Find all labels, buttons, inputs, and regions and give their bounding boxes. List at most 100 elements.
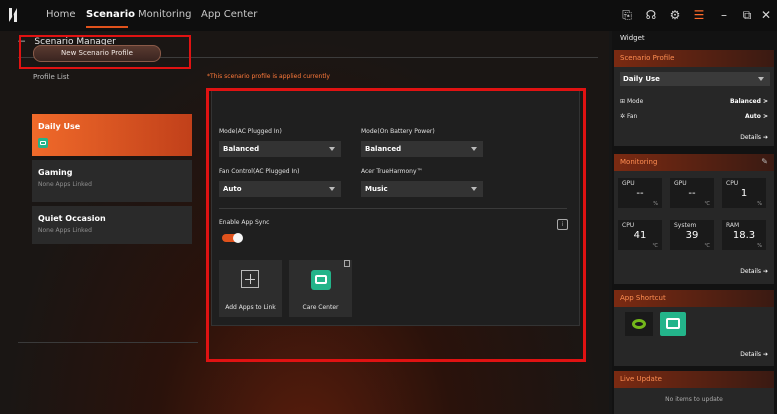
widget-mode-row[interactable]: ⊞ Mode Balanced > [620, 98, 768, 105]
scenario-details-link[interactable]: Details ➔ [740, 134, 768, 141]
monitor-unit: % [757, 243, 762, 249]
mode-ac-label: Mode(AC Plugged In) [219, 128, 282, 135]
tab-app-center[interactable]: App Center [201, 9, 257, 20]
restore-icon[interactable]: ⧉ [739, 7, 755, 23]
headset-icon[interactable]: ☊ [643, 7, 659, 23]
monitor-gpu-usage: GPU -- % [618, 178, 662, 208]
minimize-icon[interactable]: – [716, 7, 732, 23]
profile-list-label: Profile List [33, 73, 70, 81]
care-center-app-icon [38, 138, 48, 148]
widget-fan-value: Auto > [744, 113, 768, 120]
shortcut-details-link[interactable]: Details ➔ [740, 351, 768, 358]
monitor-value: -- [636, 188, 644, 199]
profile-item-quiet-occasion[interactable]: Quiet Occasion None Apps Linked [32, 206, 192, 244]
trueharmony-value: Music [365, 185, 388, 193]
widget-mode-label: Mode [626, 98, 644, 105]
card-header: App Shortcut [614, 290, 774, 307]
monitor-label: CPU [622, 222, 635, 229]
gear-icon[interactable]: ⚙ [667, 7, 683, 23]
overlay-icon[interactable]: ⎘ [619, 7, 635, 23]
fan-control-select[interactable]: Auto [219, 181, 341, 197]
monitor-label: RAM [726, 222, 740, 229]
trueharmony-select[interactable]: Music [361, 181, 483, 197]
monitor-label: GPU [622, 180, 635, 187]
profile-item-gaming[interactable]: Gaming None Apps Linked [32, 160, 192, 202]
settings-divider [219, 208, 567, 209]
monitor-value: 18.3 [732, 230, 756, 241]
profile-name: Daily Use [38, 122, 81, 131]
app-sync-label: Enable App Sync [219, 219, 270, 226]
add-apps-tile[interactable]: Add Apps to Link [219, 260, 282, 317]
mode-ac-select[interactable]: Balanced [219, 141, 341, 157]
mode-battery-label: Mode(On Battery Power) [361, 128, 435, 135]
monitor-cpu-temp: CPU 41 ℃ [618, 220, 662, 250]
app-logo-icon [9, 8, 17, 22]
card-header: Live Update [614, 371, 774, 388]
chevron-down-icon [471, 187, 477, 191]
monitor-value: 39 [685, 230, 699, 241]
monitor-value: -- [688, 188, 696, 199]
monitor-unit: ℃ [652, 243, 658, 249]
chevron-down-icon [329, 187, 335, 191]
menu-icon[interactable]: ☰ [691, 7, 707, 23]
care-center-shortcut-icon[interactable] [660, 312, 686, 336]
widget-profile-value: Daily Use [623, 75, 660, 83]
monitor-unit: ℃ [704, 201, 710, 207]
monitor-label: GPU [674, 180, 687, 187]
monitor-value: 1 [740, 188, 748, 199]
toggle-knob [233, 233, 243, 243]
live-update-status: No items to update [665, 396, 723, 403]
chevron-down-icon [471, 147, 477, 151]
monitor-value: 41 [633, 230, 647, 241]
chevron-down-icon [329, 147, 335, 151]
monitor-ram-usage: RAM 18.3 % [722, 220, 766, 250]
trueharmony-label: Acer TrueHarmony™ [361, 168, 423, 175]
monitor-unit: ℃ [704, 243, 710, 249]
tab-scenario[interactable]: Scenario [86, 9, 135, 20]
card-header: Scenario Profile [614, 50, 774, 67]
widget-title: Widget [620, 34, 645, 42]
applied-note: *This scenario profile is applied curren… [207, 73, 330, 80]
mode-battery-select[interactable]: Balanced [361, 141, 483, 157]
top-bar: Home Scenario Monitoring App Center ⎘ ☊ … [0, 0, 777, 31]
app-sync-toggle[interactable] [222, 233, 243, 243]
fan-icon: ✲ [620, 113, 627, 120]
profile-item-daily-use[interactable]: Daily Use [32, 114, 192, 156]
profile-name: Quiet Occasion [38, 214, 106, 223]
new-scenario-profile-button[interactable]: New Scenario Profile [33, 45, 161, 62]
scenario-profile-card: Scenario Profile ⊞ Mode Balanced > ✲ Fan… [614, 50, 774, 146]
monitoring-card: Monitoring ✎ GPU -- % GPU -- ℃ CPU 1 % C… [614, 154, 774, 284]
live-update-card: Live Update No items to update [614, 371, 774, 414]
add-apps-label: Add Apps to Link [225, 304, 276, 311]
card-title: Live Update [620, 375, 662, 383]
widget-fan-label: Fan [626, 113, 638, 120]
monitor-gpu-temp: GPU -- ℃ [670, 178, 714, 208]
nvidia-icon[interactable] [625, 312, 653, 336]
info-icon[interactable]: i [557, 219, 568, 230]
list-divider [18, 342, 198, 343]
active-tab-indicator [86, 26, 128, 28]
monitor-label: CPU [726, 180, 739, 187]
widget-mode-value: Balanced > [729, 98, 768, 105]
card-header: Monitoring ✎ [614, 154, 774, 171]
trash-icon[interactable] [344, 260, 350, 267]
monitor-label: System [674, 222, 697, 229]
monitoring-details-link[interactable]: Details ➔ [740, 268, 768, 275]
monitor-unit: % [653, 201, 658, 207]
profile-sub: None Apps Linked [38, 181, 92, 188]
tab-monitoring[interactable]: Monitoring [138, 9, 191, 20]
close-icon[interactable]: ✕ [758, 7, 774, 23]
profile-sub: None Apps Linked [38, 227, 92, 234]
care-center-tile[interactable]: Care Center [289, 260, 352, 317]
monitor-cpu-usage: CPU 1 % [722, 178, 766, 208]
card-title: Scenario Profile [620, 54, 675, 62]
tab-home[interactable]: Home [46, 9, 76, 20]
widget-fan-row[interactable]: ✲ Fan Auto > [620, 113, 768, 120]
care-center-icon [311, 270, 331, 290]
wrench-icon[interactable]: ✎ [761, 157, 768, 166]
mode-battery-value: Balanced [365, 145, 402, 153]
widget-profile-select[interactable]: Daily Use [620, 72, 770, 86]
chevron-down-icon [758, 77, 764, 81]
fan-control-label: Fan Control(AC Plugged In) [219, 168, 300, 175]
mode-icon: ⊞ [620, 98, 627, 105]
